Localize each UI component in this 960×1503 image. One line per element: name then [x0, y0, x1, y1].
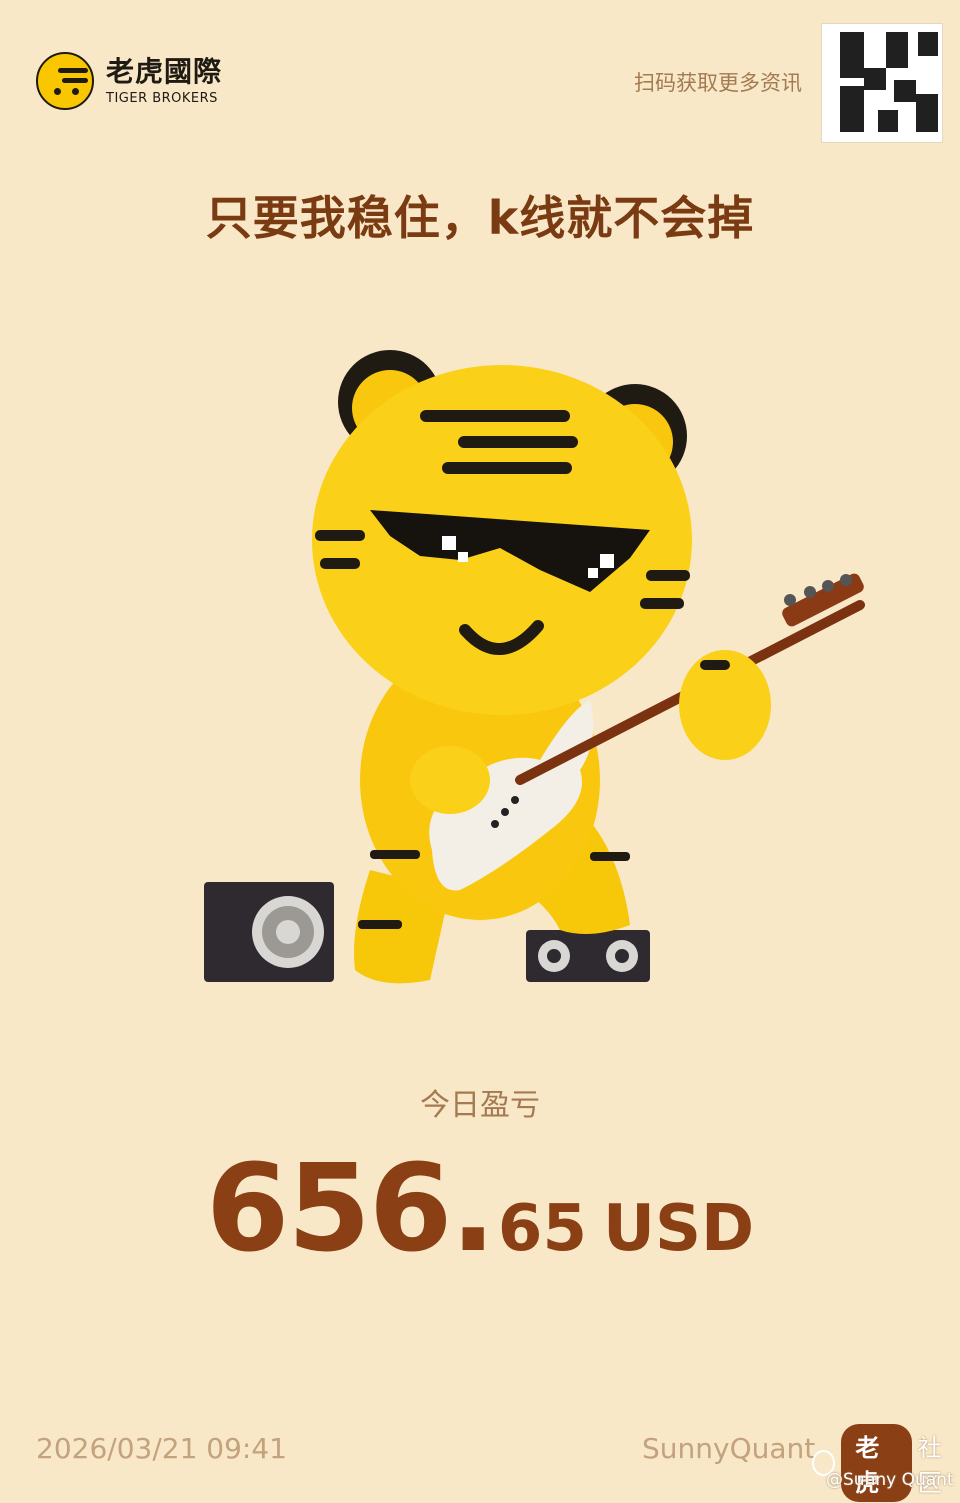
speaker-left-icon — [204, 882, 334, 982]
brand-name-cn: 老虎國際 — [106, 54, 223, 88]
timestamp: 2026/03/21 09:41 — [36, 1432, 287, 1465]
watermark-badge: 老虎 — [841, 1424, 912, 1502]
brand-logo: 老虎國際 TIGER BROKERS — [36, 52, 222, 110]
community-watermark: 老虎 社区 — [812, 1424, 960, 1502]
speaker-right-icon — [526, 930, 650, 982]
pnl-decimal: 65 — [497, 1192, 587, 1266]
pnl-label: 今日盈亏 — [420, 1088, 540, 1123]
brand-name-en: TIGER BROKERS — [106, 90, 218, 106]
tiger-logo-icon — [36, 52, 94, 110]
pnl-value: 656.65 USD — [0, 1140, 960, 1279]
pnl-dot: . — [450, 1140, 496, 1279]
tiger-mascot-guitar-illustration — [204, 350, 865, 984]
pnl-integer: 656 — [205, 1140, 452, 1279]
scan-prompt: 扫码获取更多资讯 — [634, 71, 802, 95]
qr-code[interactable] — [822, 24, 942, 142]
watermark-handle: @Sunny Quant — [826, 1470, 954, 1490]
username: SunnyQuant — [642, 1432, 816, 1465]
headline: 只要我稳住，k线就不会掉 — [205, 191, 755, 245]
pnl-currency: USD — [602, 1192, 755, 1266]
